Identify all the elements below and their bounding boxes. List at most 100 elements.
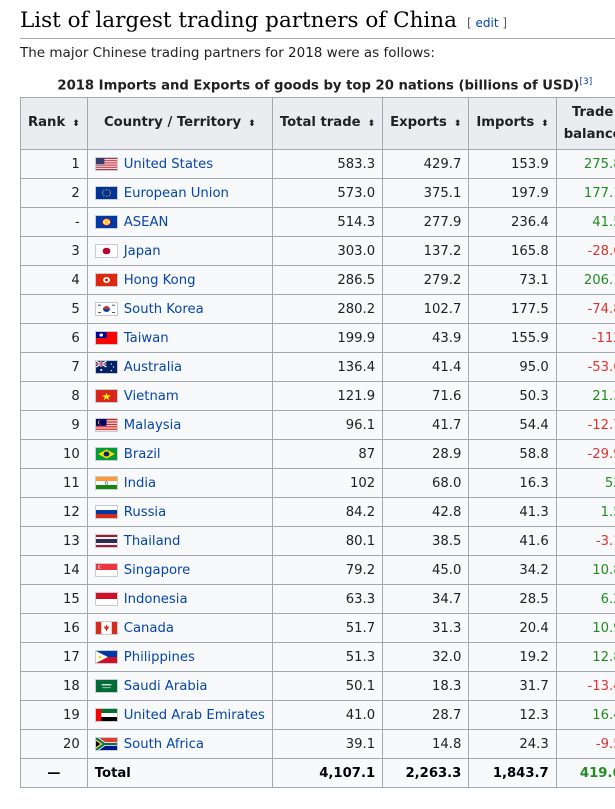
country-cell: Vietnam [86,381,273,412]
col-header-label: Country / Territory [103,115,242,131]
exports-cell: 375.1 [382,178,470,209]
country-cell: India [86,468,273,499]
col-header-country[interactable]: Country / Territory ⬍ [86,97,273,151]
col-header-label: Exports [390,115,447,131]
sort-icon[interactable]: ⬍ [454,119,462,129]
country-link[interactable]: United Arab Emirates [124,708,265,723]
table-row: - ASEAN 514.3277.9236.441.5 [20,207,615,238]
country-link[interactable]: Russia [124,505,166,520]
country-link[interactable]: Saudi Arabia [124,679,208,694]
total-trade-cell: 80.1 [271,526,384,557]
rank-cell: 19 [20,700,88,731]
imports-cell: 165.8 [468,236,557,267]
table-row: 11 India 10268.016.352 [20,468,615,499]
country-cell: Thailand [86,526,273,557]
country-cell: Malaysia [86,410,273,441]
country-cell: Russia [86,497,273,528]
total-trade-cell: 63.3 [271,584,384,615]
country-link[interactable]: Australia [124,360,182,375]
imports-cell: 41.6 [468,526,557,557]
col-header-trade-balance[interactable]: Trade balance [555,97,615,151]
exports-cell: 14.8 [382,729,470,760]
country-link[interactable]: Thailand [124,534,181,549]
table-row: 14 Singapore 79.245.034.210.8 [20,555,615,586]
caption-reference[interactable]: [3] [579,77,592,87]
sort-icon[interactable]: ⬍ [541,119,549,129]
imports-cell: 41.3 [468,497,557,528]
country-link[interactable]: Malaysia [124,418,182,433]
col-header-imports[interactable]: Imports ⬍ [468,97,557,151]
rank-cell: 10 [20,439,88,470]
edit-link[interactable]: edit [476,16,499,30]
table-row: 13 Thailand 80.138.541.6-3.1 [20,526,615,557]
col-header-exports[interactable]: Exports ⬍ [382,97,470,151]
exports-cell: 41.7 [382,410,470,441]
edit-bracket-open: [ [466,16,472,30]
exports-cell: 38.5 [382,526,470,557]
col-header-rank[interactable]: Rank ⬍ [20,97,88,151]
trade-balance-cell: 52 [555,468,615,499]
country-cell: Japan [86,236,273,267]
exports-cell: 34.7 [382,584,470,615]
sort-icon[interactable]: ⬍ [248,119,256,129]
country-link[interactable]: Hong Kong [124,273,196,288]
total-trade-cell: 583.3 [271,149,384,180]
imports-cell: 12.3 [468,700,557,731]
col-header-total-trade[interactable]: Total trade ⬍ [271,97,384,151]
country-link[interactable]: Taiwan [124,331,169,346]
trade-balance-cell: 10.9 [555,613,615,644]
country-link[interactable]: Vietnam [124,389,179,404]
total-trade-cell: 102 [271,468,384,499]
rank-cell: 18 [20,671,88,702]
ru-flag-icon [94,504,118,519]
country-cell: European Union [86,178,273,209]
total-trade-cell: 51.7 [271,613,384,644]
total-trade-cell: 280.2 [271,294,384,325]
country-link[interactable]: Singapore [124,563,191,578]
my-flag-icon [94,417,118,432]
table-row: 1 United States 583.3429.7153.9275.8 [20,149,615,180]
table-row: 17 Philippines 51.332.019.212.8 [20,642,615,673]
kr-flag-icon [94,301,118,316]
country-link[interactable]: South Africa [124,737,204,752]
trade-balance-cell: 6.2 [555,584,615,615]
country-link[interactable]: India [124,476,156,491]
total-exports-cell: 2,263.3 [382,758,470,789]
exports-cell: 279.2 [382,265,470,296]
country-link[interactable]: Brazil [124,447,161,462]
total-trade-cell: 573.0 [271,178,384,209]
trade-balance-cell: -12.7 [555,410,615,441]
exports-cell: 41.4 [382,352,470,383]
country-cell: South Korea [86,294,273,325]
trade-balance-cell: -53.6 [555,352,615,383]
country-link[interactable]: South Korea [124,302,204,317]
country-link[interactable]: European Union [124,186,229,201]
br-flag-icon [94,446,118,461]
country-link[interactable]: Indonesia [124,592,188,607]
sa-flag-icon [94,678,118,693]
tw-flag-icon [94,330,118,345]
imports-cell: 16.3 [468,468,557,499]
table-caption: 2018 Imports and Exports of goods by top… [20,75,615,97]
country-link[interactable]: Philippines [124,650,195,665]
table-row: 20 South Africa 39.114.824.3-9.5 [20,729,615,760]
imports-cell: 28.5 [468,584,557,615]
country-link[interactable]: ASEAN [124,215,169,230]
imports-cell: 95.0 [468,352,557,383]
total-imports-cell: 1,843.7 [468,758,557,789]
country-link[interactable]: Canada [124,621,174,636]
sort-icon[interactable]: ⬍ [368,119,376,129]
ph-flag-icon [94,649,118,664]
trade-balance-cell: -29.9 [555,439,615,470]
exports-cell: 68.0 [382,468,470,499]
country-link[interactable]: Japan [124,244,161,259]
imports-cell: 236.4 [468,207,557,238]
edit-bracket-close: ] [502,16,508,30]
ae-flag-icon [94,707,118,722]
country-link[interactable]: United States [124,157,213,172]
exports-cell: 277.9 [382,207,470,238]
table-row: 3 Japan 303.0137.2165.8-28.6 [20,236,615,267]
total-trade-cell: 79.2 [271,555,384,586]
asean-flag-icon [94,214,118,229]
sort-icon[interactable]: ⬍ [72,119,80,129]
